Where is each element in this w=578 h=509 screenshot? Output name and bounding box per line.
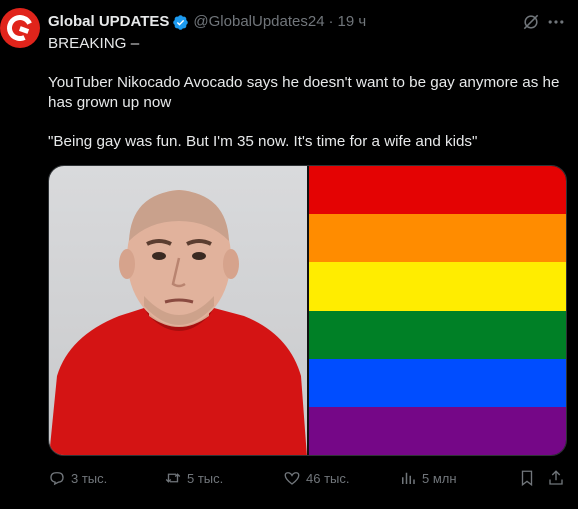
views-count: 5 млн bbox=[422, 470, 457, 486]
bookmark-button[interactable] bbox=[518, 469, 536, 487]
tweet-paragraph: "Being gay was fun. But I'm 35 now. It's… bbox=[48, 132, 478, 150]
avatar[interactable] bbox=[0, 8, 40, 48]
repost-icon bbox=[165, 473, 181, 483]
share-icon bbox=[549, 470, 563, 485]
tweet-paragraph: BREAKING – bbox=[48, 35, 140, 52]
tweet-header: Global UPDATES @GlobalUpdates24 · 19 ч bbox=[48, 12, 508, 32]
man-portrait-illustration bbox=[49, 190, 307, 455]
author-handle[interactable]: @GlobalUpdates24 bbox=[193, 12, 324, 32]
flag-stripe bbox=[309, 262, 566, 311]
more-options-icon[interactable] bbox=[546, 12, 566, 32]
flag-stripe bbox=[309, 358, 566, 407]
flag-stripe bbox=[309, 406, 566, 455]
share-button[interactable] bbox=[547, 469, 565, 487]
flag-stripe bbox=[309, 310, 566, 359]
grok-icon[interactable] bbox=[521, 12, 541, 32]
tweet-text: BREAKING – YouTuber Nikocado Avocado say… bbox=[48, 34, 568, 151]
reply-count: 3 тыс. bbox=[71, 470, 108, 486]
repost-button[interactable]: 5 тыс. bbox=[164, 469, 223, 487]
like-button[interactable]: 46 тыс. bbox=[283, 469, 349, 487]
author-name[interactable]: Global UPDATES bbox=[48, 12, 169, 32]
verified-badge-icon bbox=[173, 14, 189, 30]
separator-dot: · bbox=[328, 13, 334, 30]
man-photo[interactable] bbox=[49, 166, 307, 455]
reply-button[interactable]: 3 тыс. bbox=[48, 469, 107, 487]
tweet-media[interactable] bbox=[48, 165, 567, 456]
reply-icon bbox=[50, 472, 64, 486]
action-bar: 3 тыс. 5 тыс. 46 тыс. 5 млн bbox=[48, 469, 568, 491]
views-chart-icon bbox=[402, 472, 415, 484]
rainbow-flag-image[interactable] bbox=[309, 166, 566, 455]
repost-count: 5 тыс. bbox=[187, 470, 224, 486]
tweet-paragraph: YouTuber Nikocado Avocado says he doesn'… bbox=[48, 74, 564, 111]
flag-stripe bbox=[309, 166, 566, 215]
bookmark-icon bbox=[521, 470, 533, 487]
heart-icon bbox=[284, 472, 300, 485]
timestamp[interactable]: 19 ч bbox=[338, 12, 367, 32]
g-logo-icon bbox=[3, 11, 37, 45]
views-button[interactable]: 5 млн bbox=[399, 469, 457, 487]
tweet[interactable]: Global UPDATES @GlobalUpdates24 · 19 ч B… bbox=[0, 0, 578, 509]
flag-stripe bbox=[309, 214, 566, 263]
like-count: 46 тыс. bbox=[306, 470, 350, 486]
